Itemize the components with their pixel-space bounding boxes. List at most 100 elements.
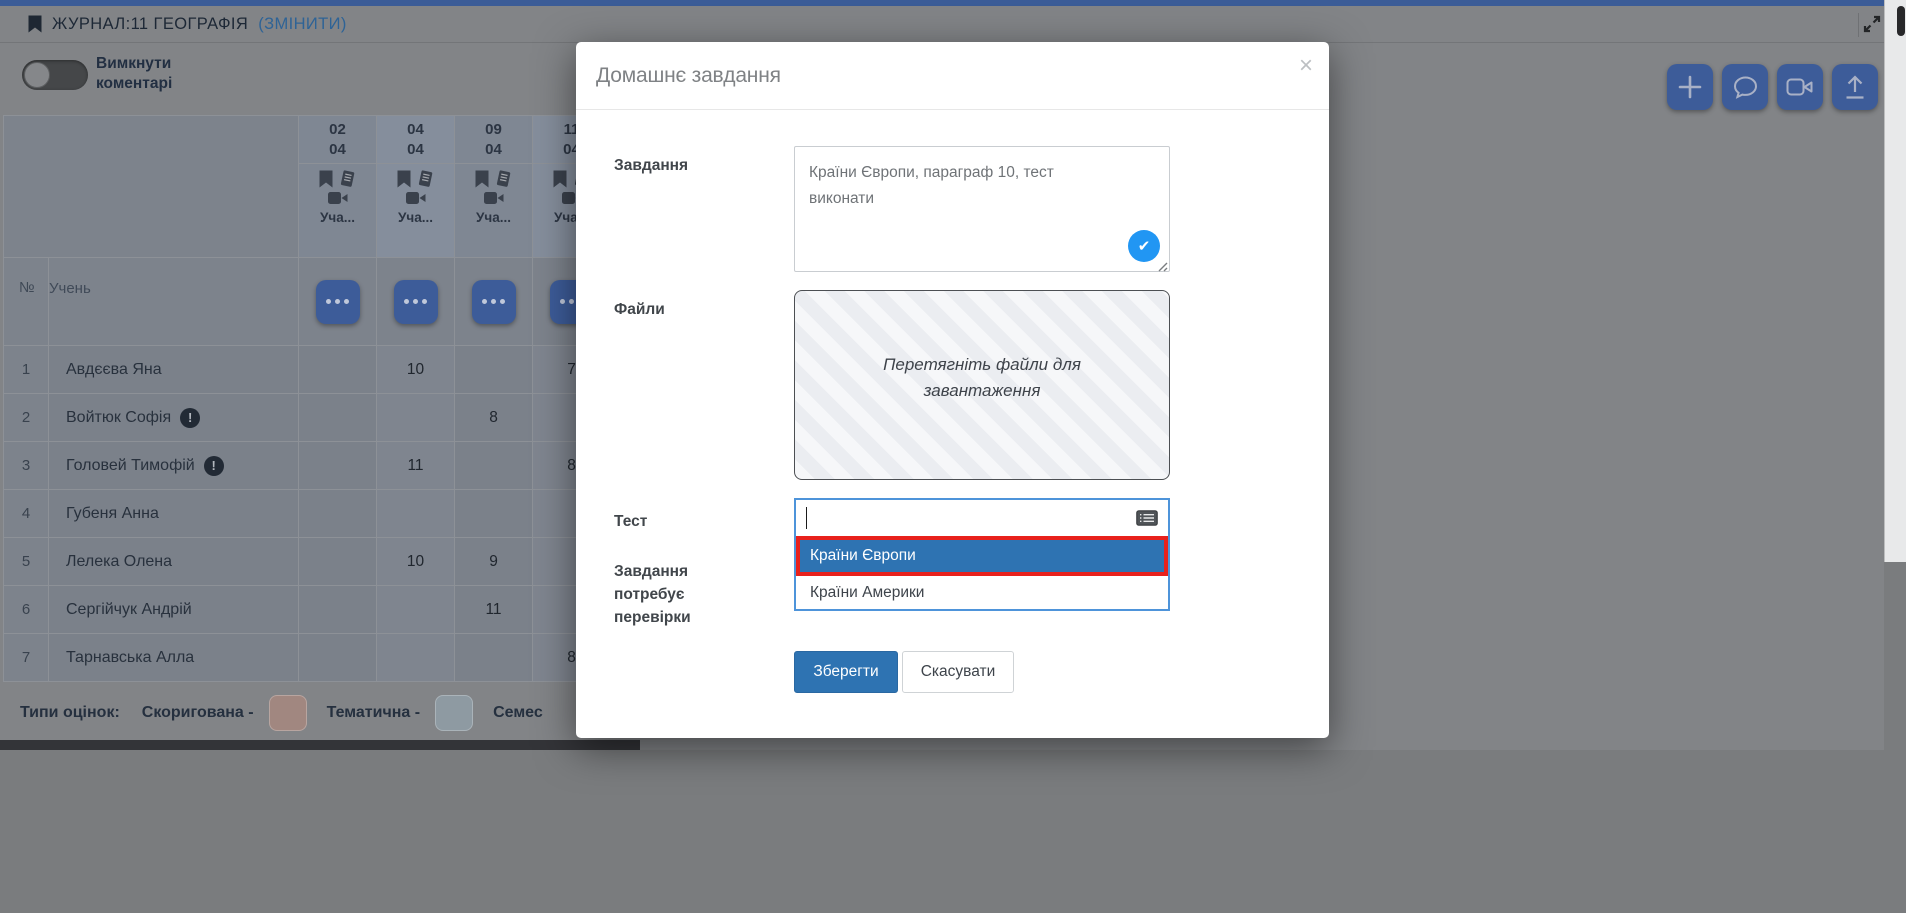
row-number-cell: 5 bbox=[4, 538, 48, 585]
participants-label: Уча... bbox=[398, 210, 433, 225]
date-text: 09 bbox=[485, 120, 502, 140]
list-icon[interactable] bbox=[1136, 510, 1158, 526]
grade-cell[interactable]: 10 bbox=[377, 346, 454, 393]
grade-cell[interactable]: 8 bbox=[455, 394, 532, 441]
grade-cell[interactable]: 10 bbox=[377, 538, 454, 585]
chat-icon bbox=[1732, 74, 1759, 100]
legend-item-label: Семес bbox=[493, 704, 543, 722]
plus-icon bbox=[1677, 74, 1703, 100]
grade-cell[interactable] bbox=[377, 634, 454, 681]
date-text: 04 bbox=[407, 120, 424, 140]
student-name-cell: Тарнавська Алла bbox=[49, 634, 298, 681]
cancel-button[interactable]: Скасувати bbox=[902, 651, 1014, 693]
toggle-knob bbox=[24, 62, 50, 88]
grade-cell[interactable]: 11 bbox=[377, 442, 454, 489]
legend-item-label: Тематична - bbox=[327, 704, 420, 722]
student-name-cell: Войтюк Софія! bbox=[49, 394, 298, 441]
page: ЖУРНАЛ:11 ГЕОГРАФІЯ (ЗМІНИТИ) Вимкнути к… bbox=[0, 0, 1906, 913]
student-name: Войтюк Софія bbox=[66, 409, 171, 427]
student-name-cell: Сергійчук Андрій bbox=[49, 586, 298, 633]
column-more-button[interactable] bbox=[472, 280, 516, 324]
legend-color-chip bbox=[269, 695, 307, 731]
plus-button[interactable] bbox=[1667, 64, 1713, 110]
student-name-cell: Губеня Анна bbox=[49, 490, 298, 537]
grade-cell[interactable] bbox=[299, 538, 376, 585]
grade-cell[interactable] bbox=[455, 634, 532, 681]
grade-cell[interactable] bbox=[455, 442, 532, 489]
journal-actions bbox=[1667, 64, 1878, 110]
journal-title: ЖУРНАЛ:11 ГЕОГРАФІЯ bbox=[52, 15, 248, 34]
lesson-icons-cell[interactable]: Уча... bbox=[455, 164, 532, 257]
grade-cell[interactable] bbox=[377, 394, 454, 441]
dropzone-text: Перетягніть файли для завантаження bbox=[862, 352, 1102, 405]
header-divider bbox=[1858, 13, 1859, 37]
scrollbar-track[interactable] bbox=[1884, 0, 1906, 562]
text-cursor bbox=[806, 507, 807, 529]
close-icon[interactable]: × bbox=[1299, 54, 1313, 78]
upload-icon bbox=[1843, 74, 1867, 100]
legend-item-label: Скоригована - bbox=[142, 704, 254, 722]
dropdown-option[interactable]: Країни Європи bbox=[800, 540, 1164, 572]
date-column-header[interactable]: 0204 bbox=[299, 116, 376, 163]
grade-cell[interactable]: 11 bbox=[455, 586, 532, 633]
change-journal-link[interactable]: (ЗМІНИТИ) bbox=[258, 15, 347, 34]
lesson-icons-cell[interactable]: Уча... bbox=[299, 164, 376, 257]
grade-cell[interactable] bbox=[377, 490, 454, 537]
student-name: Сергійчук Андрій bbox=[66, 601, 192, 619]
homework-modal: Домашнє завдання × Завдання Країни Європ… bbox=[576, 42, 1329, 738]
task-textarea[interactable]: Країни Європи, параграф 10, тест виконат… bbox=[794, 146, 1170, 272]
legend-item: Семес bbox=[493, 704, 543, 722]
files-label: Файли bbox=[614, 298, 665, 321]
column-menu-cell bbox=[299, 258, 376, 345]
chat-button[interactable] bbox=[1722, 64, 1768, 110]
grade-types-legend: Типи оцінок: Скоригована -Тематична -Сем… bbox=[20, 683, 563, 743]
row-number-cell: 4 bbox=[4, 490, 48, 537]
resize-handle-icon[interactable] bbox=[1156, 259, 1168, 277]
grade-cell[interactable]: 9 bbox=[455, 538, 532, 585]
test-combobox: Країни Європи Країни Америки bbox=[794, 498, 1170, 611]
lesson-icons-cell[interactable]: Уча... bbox=[377, 164, 454, 257]
video-camera-icon bbox=[328, 191, 348, 205]
row-number-cell: 2 bbox=[4, 394, 48, 441]
upload-button[interactable] bbox=[1832, 64, 1878, 110]
student-name: Лелека Олена bbox=[66, 553, 172, 571]
disable-comments-toggle[interactable] bbox=[22, 60, 88, 90]
save-button[interactable]: Зберегти bbox=[794, 651, 898, 693]
bookmark-icon bbox=[553, 170, 567, 188]
video-camera-icon bbox=[484, 191, 504, 205]
column-more-button[interactable] bbox=[316, 280, 360, 324]
warning-icon: ! bbox=[180, 408, 200, 428]
grade-cell[interactable] bbox=[299, 490, 376, 537]
test-input[interactable] bbox=[796, 500, 1168, 536]
grade-cell[interactable] bbox=[299, 442, 376, 489]
student-name: Тарнавська Алла bbox=[66, 649, 194, 667]
column-more-button[interactable] bbox=[394, 280, 438, 324]
file-dropzone[interactable]: Перетягніть файли для завантаження bbox=[794, 290, 1170, 480]
dropdown-option[interactable]: Країни Америки bbox=[796, 576, 1168, 609]
bookmark-icon bbox=[319, 170, 333, 188]
video-camera-icon bbox=[1786, 77, 1814, 97]
column-menu-cell bbox=[377, 258, 454, 345]
grade-table: 0204Уча...0404Уча...0904Уча...1104Уча...… bbox=[3, 115, 611, 682]
check-icon: ✔ bbox=[1128, 230, 1160, 262]
legend-item: Тематична - bbox=[327, 695, 473, 731]
student-name: Губеня Анна bbox=[66, 505, 159, 523]
grade-cell[interactable] bbox=[299, 346, 376, 393]
grade-cell[interactable] bbox=[299, 634, 376, 681]
grade-cell[interactable] bbox=[455, 490, 532, 537]
participants-label: Уча... bbox=[476, 210, 511, 225]
task-value: Країни Європи, параграф 10, тест виконат… bbox=[809, 160, 1101, 213]
grade-cell[interactable] bbox=[455, 346, 532, 393]
date-column-header[interactable]: 0904 bbox=[455, 116, 532, 163]
grade-cell[interactable] bbox=[299, 394, 376, 441]
grade-cell[interactable] bbox=[299, 586, 376, 633]
video-camera-icon bbox=[406, 191, 426, 205]
expand-icon[interactable] bbox=[1862, 14, 1884, 36]
scrollbar-thumb[interactable] bbox=[1897, 6, 1905, 36]
grade-cell[interactable] bbox=[377, 586, 454, 633]
video-camera-button[interactable] bbox=[1777, 64, 1823, 110]
date-column-header[interactable]: 0404 bbox=[377, 116, 454, 163]
bookmark-icon bbox=[397, 170, 411, 188]
disable-comments-label: Вимкнути коментарі bbox=[96, 54, 216, 94]
number-header-cell: № bbox=[4, 258, 48, 345]
